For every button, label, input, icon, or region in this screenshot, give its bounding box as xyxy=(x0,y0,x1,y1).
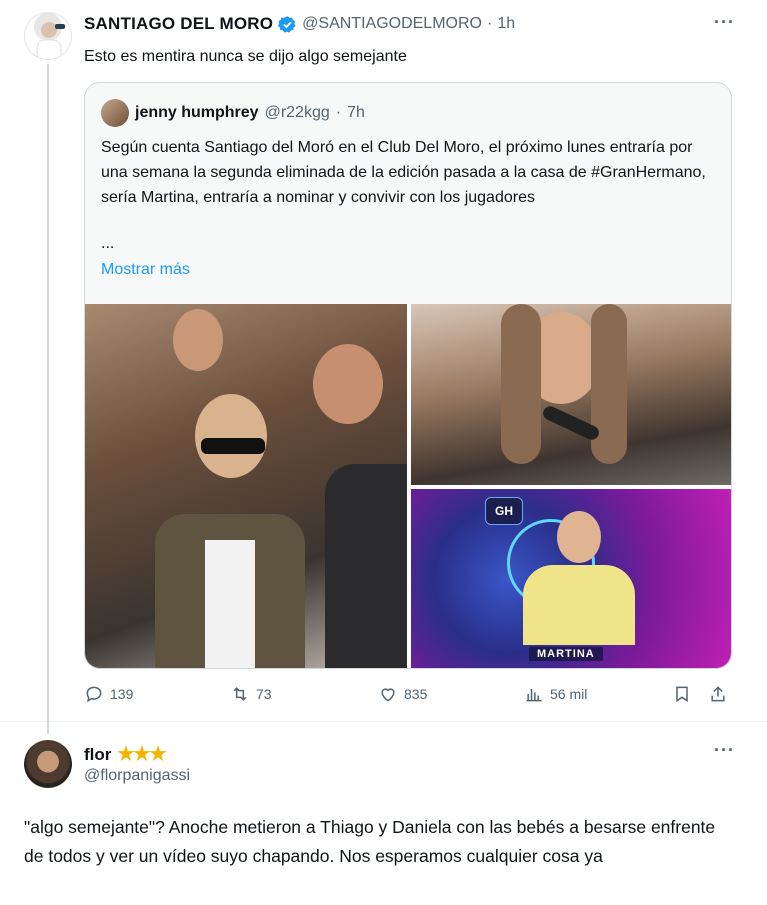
tweet-header: SANTIAGO DEL MORO @SANTIAGODELMORO · 1h xyxy=(84,14,515,34)
reply-button[interactable]: 139 xyxy=(84,684,133,704)
quoted-tweet[interactable]: jenny humphrey @r22kgg · 7h Según cuenta… xyxy=(84,82,732,669)
flor-avatar[interactable] xyxy=(24,740,72,788)
views-icon xyxy=(526,689,542,702)
like-button[interactable]: 835 xyxy=(378,684,427,704)
thread-line xyxy=(47,64,49,734)
tweet-text: Esto es mentira nunca se dijo algo semej… xyxy=(84,48,407,65)
star-emoji-icon: ★★★ xyxy=(117,744,166,765)
retweet-icon xyxy=(233,687,247,701)
quoted-author-name[interactable]: jenny humphrey xyxy=(135,104,259,122)
gh-badge: GH xyxy=(485,497,523,525)
share-icon xyxy=(711,686,725,702)
martina-microphone-photo[interactable] xyxy=(411,304,731,485)
like-count: 835 xyxy=(404,686,428,702)
reply-more-options-icon[interactable]: ··· xyxy=(714,740,735,761)
reply-icon xyxy=(86,686,102,703)
quoted-author-handle[interactable]: @r22kgg xyxy=(265,104,330,122)
quoted-time[interactable]: 7h xyxy=(347,104,365,122)
tweet-time[interactable]: 1h xyxy=(497,15,515,33)
jenny-avatar[interactable] xyxy=(101,99,129,127)
quoted-ellipsis: ... xyxy=(101,235,115,252)
more-options-icon[interactable]: ··· xyxy=(714,12,735,33)
reply-author: flor ★★★ xyxy=(84,743,167,766)
retweet-button[interactable]: 73 xyxy=(230,684,272,704)
views-button[interactable]: 56 mil xyxy=(524,684,587,704)
retweet-count: 73 xyxy=(256,686,272,702)
verified-badge-icon xyxy=(278,15,296,33)
bookmark-icon xyxy=(676,686,688,703)
reply-author-name[interactable]: flor xyxy=(84,745,111,765)
separator: · xyxy=(335,104,342,121)
like-icon xyxy=(381,688,395,702)
views-count: 56 mil xyxy=(550,686,588,702)
show-more-link[interactable]: Mostrar más xyxy=(101,261,190,279)
quoted-text: Según cuenta Santiago del Moró en el Clu… xyxy=(101,139,706,206)
main-tweet[interactable]: SANTIAGO DEL MORO @SANTIAGODELMORO · 1h … xyxy=(0,0,767,734)
author-name[interactable]: SANTIAGO DEL MORO xyxy=(84,14,273,34)
separator: · xyxy=(486,15,493,32)
share-button[interactable] xyxy=(708,684,728,704)
reply-text: "algo semejante"? Anoche metieron a Thia… xyxy=(24,817,716,866)
gran-hermano-martina-card[interactable]: GH MARTINA xyxy=(411,489,731,668)
tweet-actions: 139 73 835 56 mil xyxy=(84,684,734,708)
santiago-avatar[interactable] xyxy=(24,12,72,60)
reply-author-handle[interactable]: @florpanigassi xyxy=(84,767,190,785)
author-handle[interactable]: @SANTIAGODELMORO xyxy=(302,15,482,33)
martina-caption: MARTINA xyxy=(529,647,603,661)
bookmark-button[interactable] xyxy=(672,684,692,704)
reply-count: 139 xyxy=(110,686,134,702)
media-grid: GH MARTINA xyxy=(85,304,731,668)
quoted-header: jenny humphrey @r22kgg · 7h xyxy=(101,99,365,127)
group-photo[interactable] xyxy=(85,304,407,668)
